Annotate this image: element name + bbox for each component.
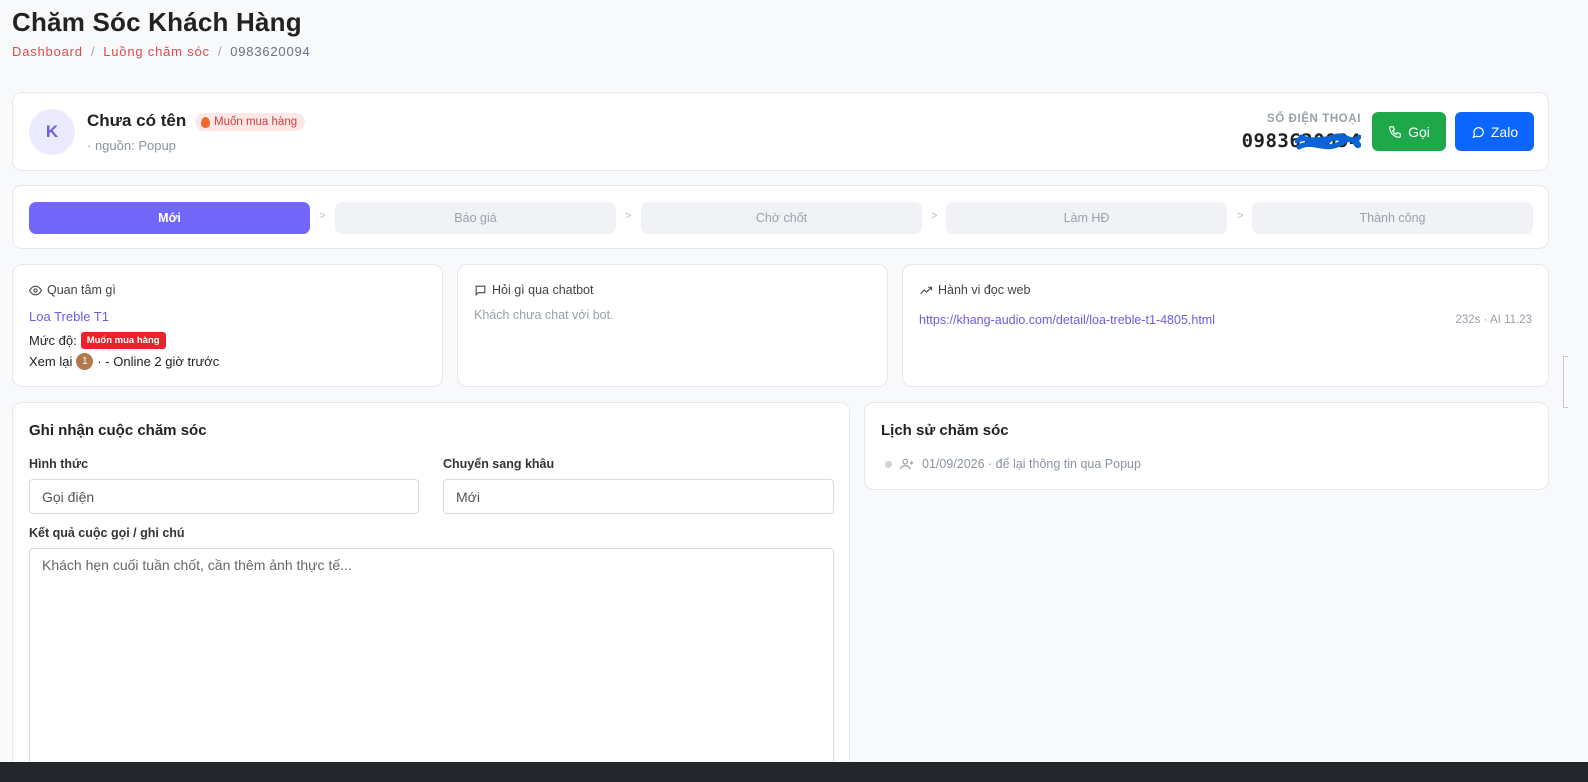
zalo-button[interactable]: Zalo [1455,112,1534,151]
online-status: · - Online 2 giờ trước [97,354,220,369]
interest-card: Quan tâm gì Loa Treble T1 Mức độ: Muốn m… [12,264,443,387]
stage-pending-close[interactable]: Chờ chốt [641,202,922,234]
chat-bubble-icon [1472,126,1484,138]
intent-badge: Muốn mua hàng [195,113,306,131]
eye-icon [29,285,42,295]
chevron-right-icon: > [319,210,326,222]
visit-meta: 232s · AI 11.23 [1455,314,1532,326]
user-plus-icon [900,458,914,470]
breadcrumb-current: 0983620094 [230,44,311,59]
next-stage-select[interactable]: Mới [443,479,834,514]
stage-contract[interactable]: Làm HĐ [946,202,1227,234]
level-label: Mức độ: [29,333,77,348]
web-card-title: Hành vi đọc web [919,283,1030,297]
care-history-card: Lịch sử chăm sóc 01/09/2026 · để lại thô… [864,402,1549,490]
side-panel-handle[interactable] [1563,356,1568,408]
breadcrumb-separator: / [217,44,223,59]
call-button-label: Gọi [1408,123,1430,140]
pipeline-card: Mới > Báo giá > Chờ chốt > Làm HĐ > Thàn… [12,185,1549,249]
stage-success[interactable]: Thành công [1252,202,1533,234]
chevron-right-icon: > [625,210,632,222]
visited-url-link[interactable]: https://khang-audio.com/detail/loa-trebl… [919,313,1215,327]
next-stage-label: Chuyển sang khâu [443,457,555,471]
avatar: K [29,109,75,155]
method-select[interactable]: Gọi điện [29,479,419,514]
chatbot-card: Hỏi gì qua chatbot Khách chưa chat với b… [457,264,888,387]
chatbot-title-label: Hỏi gì qua chatbot [492,283,594,297]
interest-level: Mức độ: Muốn mua hàng [29,332,166,349]
message-icon [475,285,486,296]
chatbot-empty-text: Khách chưa chat với bot. [474,308,614,322]
chatbot-card-title: Hỏi gì qua chatbot [474,283,593,297]
chevron-right-icon: > [931,210,938,222]
breadcrumb: Dashboard / Luồng chăm sóc / 0983620094 [12,44,311,59]
customer-name: Chưa có tên [87,111,187,130]
breadcrumb-care-flow[interactable]: Luồng chăm sóc [103,44,210,59]
customer-source: · nguồn: Popup [87,138,176,153]
web-behavior-card: Hành vi đọc web https://khang-audio.com/… [902,264,1549,387]
os-taskbar [0,762,1588,782]
zalo-button-label: Zalo [1490,123,1519,140]
record-form-title: Ghi nhận cuộc chăm sóc [29,422,207,439]
intent-badge-label: Muốn mua hàng [214,116,298,128]
history-item: 01/09/2026 · để lại thông tin qua Popup [885,457,1141,471]
stage-quote[interactable]: Báo giá [335,202,616,234]
interest-title-label: Quan tâm gì [47,283,116,297]
redaction-scribble [1295,133,1361,150]
note-label: Kết quả cuộc gọi / ghi chú [29,526,185,540]
fire-icon [201,116,210,128]
product-link[interactable]: Loa Treble T1 [29,309,109,324]
history-title: Lịch sử chăm sóc [881,422,1009,439]
page-title: Chăm Sóc Khách Hàng [12,7,302,37]
revisit-count-badge: 1 [76,353,94,370]
phone-label: SỐ ĐIỆN THOẠI [1266,113,1361,125]
breadcrumb-separator: / [90,44,96,59]
interest-card-title: Quan tâm gì [29,283,116,297]
chevron-right-icon: > [1237,210,1244,222]
history-item-text: 01/09/2026 · để lại thông tin qua Popup [922,457,1141,471]
revisit-info: Xem lại 1 · - Online 2 giờ trước [29,353,219,370]
revisit-label: Xem lại [29,354,73,369]
web-title-label: Hành vi đọc web [938,283,1031,297]
customer-header-card: K Chưa có tên Muốn mua hàng · nguồn: Pop… [12,92,1549,171]
call-button[interactable]: Gọi [1372,112,1446,151]
trending-up-icon [920,286,932,294]
phone-icon [1389,125,1401,138]
note-textarea[interactable]: Khách hẹn cuối tuần chốt, cần thêm ảnh t… [29,548,834,782]
method-label: Hình thức [29,457,89,471]
timeline-dot [885,460,892,468]
breadcrumb-dashboard[interactable]: Dashboard [12,44,83,59]
record-care-form: Ghi nhận cuộc chăm sóc Hình thức Gọi điệ… [12,402,850,782]
level-tag: Muốn mua hàng [80,332,166,349]
stage-new[interactable]: Mới [29,202,310,234]
